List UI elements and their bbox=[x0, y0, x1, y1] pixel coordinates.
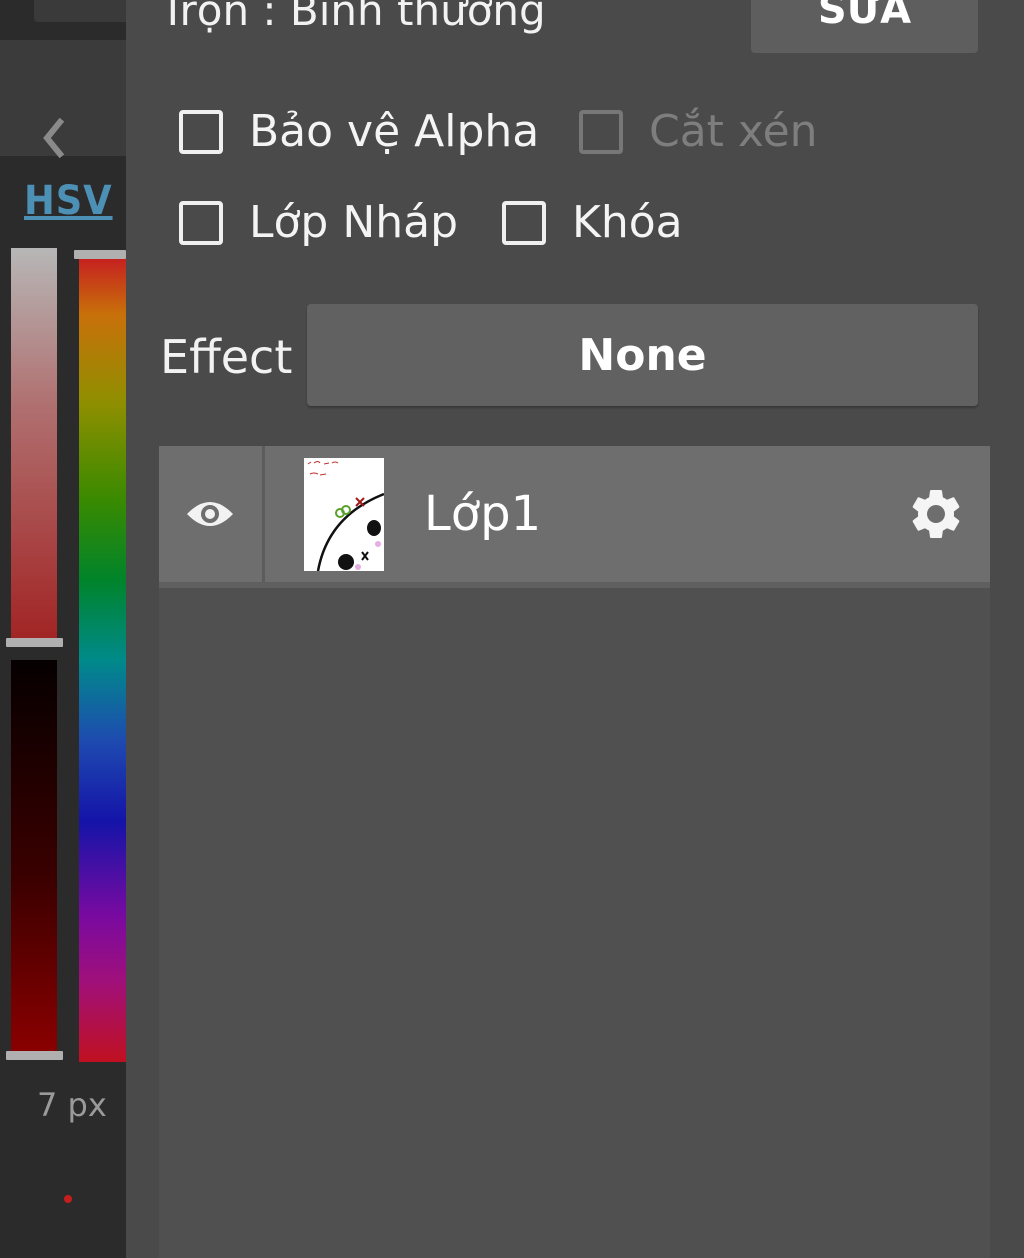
protect-alpha-label: Bảo vệ Alpha bbox=[249, 106, 540, 157]
layer-thumbnail bbox=[304, 458, 384, 571]
color-swatch-top[interactable] bbox=[34, 0, 126, 22]
layer-name: Lớp1 bbox=[424, 486, 542, 542]
clipping-label: Cắt xén bbox=[649, 106, 818, 157]
color-picker-strip: HSV 7 px bbox=[0, 0, 126, 1258]
clipping-option: Cắt xén bbox=[579, 106, 818, 157]
layer-row[interactable]: Lớp1 bbox=[159, 446, 990, 588]
chevron-left-icon bbox=[43, 118, 64, 158]
saturation-slider[interactable] bbox=[11, 248, 57, 640]
hue-slider-handle[interactable] bbox=[74, 250, 126, 259]
brush-size-label: 7 px bbox=[37, 1086, 107, 1124]
lock-option[interactable]: Khóa bbox=[502, 197, 683, 248]
edit-blend-button[interactable]: SỬA bbox=[751, 0, 978, 53]
clipping-checkbox bbox=[579, 109, 623, 154]
layer-list: Lớp1 bbox=[159, 446, 990, 1258]
draft-layer-checkbox[interactable] bbox=[179, 200, 223, 245]
lock-checkbox[interactable] bbox=[502, 200, 546, 245]
collapse-panel-button[interactable] bbox=[0, 40, 126, 158]
brush-preview-dot bbox=[64, 1195, 72, 1203]
protect-alpha-checkbox[interactable] bbox=[179, 109, 223, 154]
lock-label: Khóa bbox=[572, 197, 683, 248]
color-mode-link[interactable]: HSV bbox=[24, 178, 113, 224]
eye-icon[interactable] bbox=[185, 494, 235, 534]
saturation-slider-handle[interactable] bbox=[6, 638, 63, 647]
draft-layer-option[interactable]: Lớp Nháp bbox=[179, 197, 458, 248]
blend-mode-text: Trộn : Bình thường bbox=[160, 0, 546, 35]
value-slider-handle[interactable] bbox=[6, 1051, 63, 1060]
hue-slider[interactable] bbox=[79, 258, 126, 1062]
protect-alpha-option[interactable]: Bảo vệ Alpha bbox=[179, 106, 539, 157]
effect-label: Effect bbox=[160, 330, 293, 384]
gear-icon[interactable] bbox=[906, 484, 966, 544]
draft-layer-label: Lớp Nháp bbox=[249, 197, 459, 248]
row-divider bbox=[262, 446, 265, 582]
effect-select-button[interactable]: None bbox=[307, 304, 978, 406]
value-slider[interactable] bbox=[11, 660, 57, 1054]
